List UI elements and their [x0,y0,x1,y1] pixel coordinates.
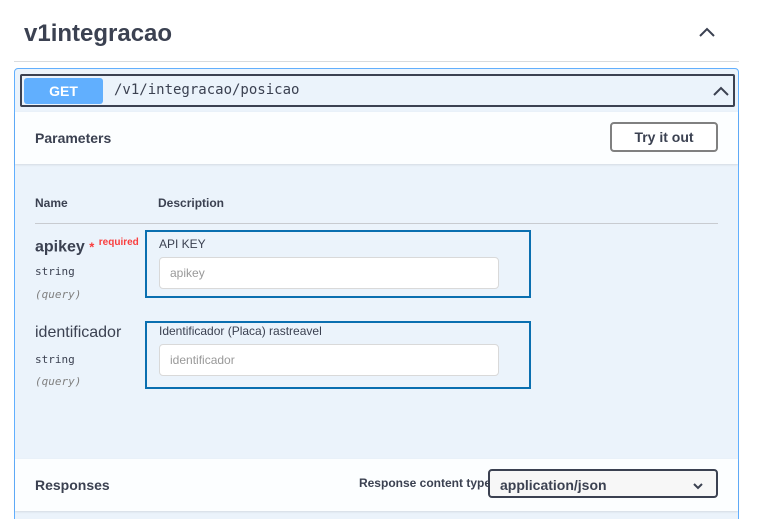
param-location: (query) [35,375,82,388]
selected-content-type: application/json [500,477,607,493]
param-type: string [35,353,75,366]
required-star: * [89,239,95,255]
responses-title: Responses [35,477,110,493]
column-header-name: Name [35,196,68,210]
param-name-identificador: identificador [35,324,122,341]
operation-path: /v1/integracao/posicao [114,82,300,98]
param-description: API KEY [159,237,206,251]
tag-header[interactable]: v1integracao [14,0,739,62]
param-location: (query) [35,288,82,301]
method-badge: GET [24,78,103,104]
chevron-down-icon [692,479,704,491]
response-content-type-label: Response content type [358,476,491,490]
operation-summary[interactable]: GET /v1/integracao/posicao [20,74,735,107]
operation-block: GET /v1/integracao/posicao Parameters Tr… [14,68,739,519]
try-it-out-button[interactable]: Try it out [610,122,718,152]
param-name-apikey: apikey * required [35,237,139,256]
apikey-input[interactable] [159,257,499,289]
column-header-description: Description [158,196,225,210]
collapse-arrow-icon[interactable] [711,81,731,101]
param-name-text: apikey [35,238,85,256]
param-description-box: Identificador (Placa) rastreavel [145,321,531,389]
identificador-input[interactable] [159,344,499,376]
chevron-up-icon[interactable] [693,18,721,46]
required-label: required [98,237,139,248]
param-description: Identificador (Placa) rastreavel [159,324,322,338]
header-divider [35,223,718,224]
param-description-box: API KEY [145,230,531,298]
parameters-header: Parameters Try it out [15,112,738,164]
parameters-title: Parameters [35,130,112,146]
responses-header: Responses Response content type applicat… [15,459,738,511]
tag-title: v1integracao [24,20,173,47]
param-type: string [35,265,75,278]
response-content-type-select[interactable]: application/json [488,469,718,498]
